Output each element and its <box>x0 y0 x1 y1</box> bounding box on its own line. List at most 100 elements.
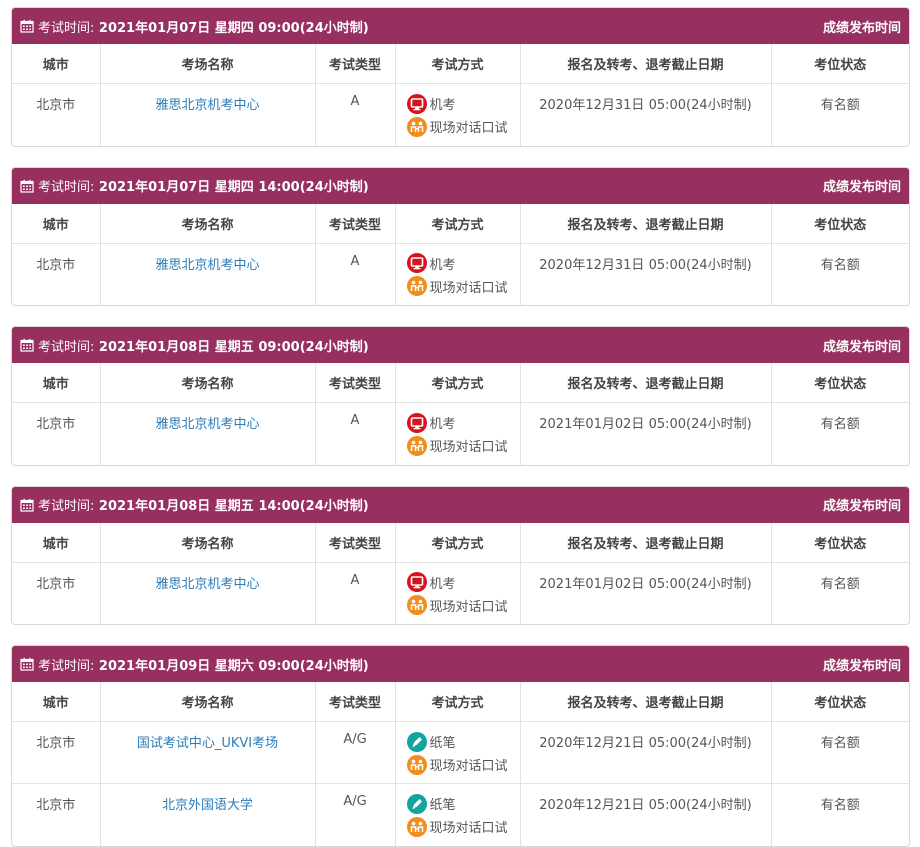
column-header: 考位状态 <box>771 363 909 403</box>
exam-method-cell: 机考 现场对话口试 <box>395 83 521 146</box>
column-header: 考场名称 <box>100 203 316 244</box>
session-header: 考试时间: 2021年01月09日 星期六 09:00(24小时制) 成绩发布时间 <box>12 646 909 682</box>
seat-status-cell: 有名额 <box>771 783 909 846</box>
calendar-icon <box>20 498 34 512</box>
column-header: 城市 <box>12 682 101 722</box>
exam-datetime: 2021年01月08日 星期五 09:00(24小时制) <box>94 339 369 355</box>
session-header: 考试时间: 2021年01月07日 星期四 14:00(24小时制) 成绩发布时间 <box>12 167 909 204</box>
column-header: 报名及转考、退考截止日期 <box>520 363 772 403</box>
seat-status-cell: 有名额 <box>820 98 860 113</box>
venue-link[interactable]: 雅思北京机考中心 <box>155 577 259 592</box>
exam-type-cell: A/G <box>315 783 396 846</box>
speaking-icon <box>407 276 428 296</box>
session-table: 城市 考场名称 考试类型 考试方式 报名及转考、退考截止日期 考位状态 北京市 国试考试中心_… <box>12 682 909 846</box>
column-header: 考场名称 <box>100 363 316 403</box>
exam-method-label: 现场对话口试 <box>429 280 508 296</box>
table-header-row: 城市 考场名称 考试类型 考试方式 报名及转考、退考截止日期 考位状态 <box>12 203 909 244</box>
venue-link[interactable]: 雅思北京机考中心 <box>155 98 259 113</box>
column-header: 考试类型 <box>315 363 396 403</box>
deadline-cell: 2021年01月02日 05:00(24小时制) <box>520 562 772 624</box>
column-header: 考位状态 <box>771 522 909 563</box>
exam-method-label: 现场对话口试 <box>429 440 508 455</box>
score-release-time-link[interactable]: 成绩发布时间 <box>823 655 901 674</box>
deadline-cell: 2020年12月21日 05:00(24小时制) <box>520 721 772 784</box>
deadline-cell: 2020年12月21日 05:00(24小时制) <box>520 783 772 846</box>
venue-cell: 国试考试中心_UKVI考场 <box>100 721 316 784</box>
column-header: 考试类型 <box>315 203 396 244</box>
monitor-icon <box>407 412 428 433</box>
exam-method-label: 纸笔 <box>429 736 456 751</box>
exam-method-label: 现场对话口试 <box>429 599 508 615</box>
column-header: 城市 <box>12 44 101 84</box>
venue-link[interactable]: 雅思北京机考中心 <box>155 417 259 432</box>
session-list: 考试时间: 2021年01月07日 星期四 09:00(24小时制) 成绩发布时间… <box>0 0 920 847</box>
pencil-icon <box>407 731 428 752</box>
column-header: 考场名称 <box>100 44 316 84</box>
exam-method-item: 现场对话口试 <box>407 753 508 776</box>
exam-session-panel: 考试时间: 2021年01月08日 星期五 09:00(24小时制) 成绩发布时间… <box>11 326 910 466</box>
column-header: 报名及转考、退考截止日期 <box>520 203 772 244</box>
exam-method-label: 机考 <box>429 417 456 432</box>
monitor-icon <box>407 253 428 273</box>
column-header: 考位状态 <box>771 203 909 244</box>
table-row: 北京市 北京外国语大学 A/G 纸笔 现场对话口试 2020年12月21日 05:00(2… <box>12 783 909 846</box>
table-row: 北京市 雅思北京机考中心 A 机考 现场对话口试 2020年12月31日 05:00(24… <box>12 243 909 305</box>
exam-method-item: 现场对话口试 <box>407 594 508 617</box>
seat-status-cell: 有名额 <box>820 576 860 592</box>
score-release-time-link[interactable]: 成绩发布时间 <box>823 176 901 195</box>
session-header: 考试时间: 2021年01月07日 星期四 09:00(24小时制) 成绩发布时间 <box>12 8 909 44</box>
exam-method-item: 现场对话口试 <box>407 115 508 138</box>
score-release-time-link[interactable]: 成绩发布时间 <box>823 336 901 355</box>
exam-datetime: 2021年01月09日 星期六 09:00(24小时制) <box>94 658 369 674</box>
venue-link[interactable]: 北京外国语大学 <box>162 798 253 813</box>
city-cell: 北京市 <box>12 243 101 305</box>
column-header: 报名及转考、退考截止日期 <box>520 682 772 722</box>
exam-method-label: 机考 <box>429 576 456 592</box>
column-header: 报名及转考、退考截止日期 <box>520 522 772 563</box>
city-cell: 北京市 <box>12 562 101 624</box>
column-header: 考位状态 <box>771 682 909 722</box>
table-row: 北京市 国试考试中心_UKVI考场 A/G 纸笔 现场对话口试 2020年12月21日 0… <box>12 721 909 784</box>
exam-method-cell: 纸笔 现场对话口试 <box>395 721 521 784</box>
venue-link[interactable]: 雅思北京机考中心 <box>155 258 259 273</box>
exam-type-cell: A/G <box>315 721 396 784</box>
speaking-icon <box>407 435 428 456</box>
speaking-icon <box>407 116 428 137</box>
exam-method-label: 现场对话口试 <box>429 821 508 836</box>
deadline-cell: 2021年01月02日 05:00(24小时制) <box>520 402 772 465</box>
exam-method-cell: 机考 现场对话口试 <box>395 243 521 305</box>
column-header: 城市 <box>12 522 101 563</box>
score-release-time-link[interactable]: 成绩发布时间 <box>823 495 901 514</box>
exam-method-label: 现场对话口试 <box>429 759 508 774</box>
exam-time-label: 考试时间: <box>38 339 95 355</box>
column-header: 考场名称 <box>100 682 316 722</box>
exam-type-cell: A <box>315 243 396 305</box>
session-header: 考试时间: 2021年01月08日 星期五 09:00(24小时制) 成绩发布时间 <box>12 327 909 363</box>
exam-session-panel: 考试时间: 2021年01月08日 星期五 14:00(24小时制) 成绩发布时间… <box>11 485 910 625</box>
speaking-icon <box>407 595 428 615</box>
exam-method-label: 现场对话口试 <box>429 121 508 136</box>
score-release-time-link[interactable]: 成绩发布时间 <box>823 17 901 36</box>
calendar-icon <box>20 338 34 352</box>
calendar-icon <box>20 657 34 671</box>
venue-link[interactable]: 国试考试中心_UKVI考场 <box>137 736 278 751</box>
exam-method-item: 机考 <box>407 571 507 594</box>
session-header: 考试时间: 2021年01月08日 星期五 14:00(24小时制) 成绩发布时间 <box>12 486 909 523</box>
calendar-icon <box>20 19 34 33</box>
session-table: 城市 考场名称 考试类型 考试方式 报名及转考、退考截止日期 考位状态 北京市 雅思北京机考中… <box>12 203 909 305</box>
column-header: 考试类型 <box>315 682 396 722</box>
column-header: 考试方式 <box>395 203 521 244</box>
column-header: 城市 <box>12 363 101 403</box>
session-table: 城市 考场名称 考试类型 考试方式 报名及转考、退考截止日期 考位状态 北京市 雅思北京机考中… <box>12 522 909 624</box>
exam-method-item: 机考 <box>407 411 507 434</box>
exam-type-cell: A <box>315 562 396 624</box>
table-row: 北京市 雅思北京机考中心 A 机考 现场对话口试 2020年12月31日 05:00(24… <box>12 83 909 146</box>
exam-method-label: 机考 <box>429 257 456 273</box>
deadline-cell: 2020年12月31日 05:00(24小时制) <box>520 83 772 146</box>
exam-method-label: 机考 <box>429 98 456 113</box>
column-header: 考位状态 <box>771 44 909 84</box>
exam-datetime: 2021年01月07日 星期四 09:00(24小时制) <box>94 20 369 36</box>
column-header: 考试方式 <box>395 44 521 84</box>
exam-datetime: 2021年01月08日 星期五 14:00(24小时制) <box>94 499 369 514</box>
exam-method-cell: 机考 现场对话口试 <box>395 402 521 465</box>
